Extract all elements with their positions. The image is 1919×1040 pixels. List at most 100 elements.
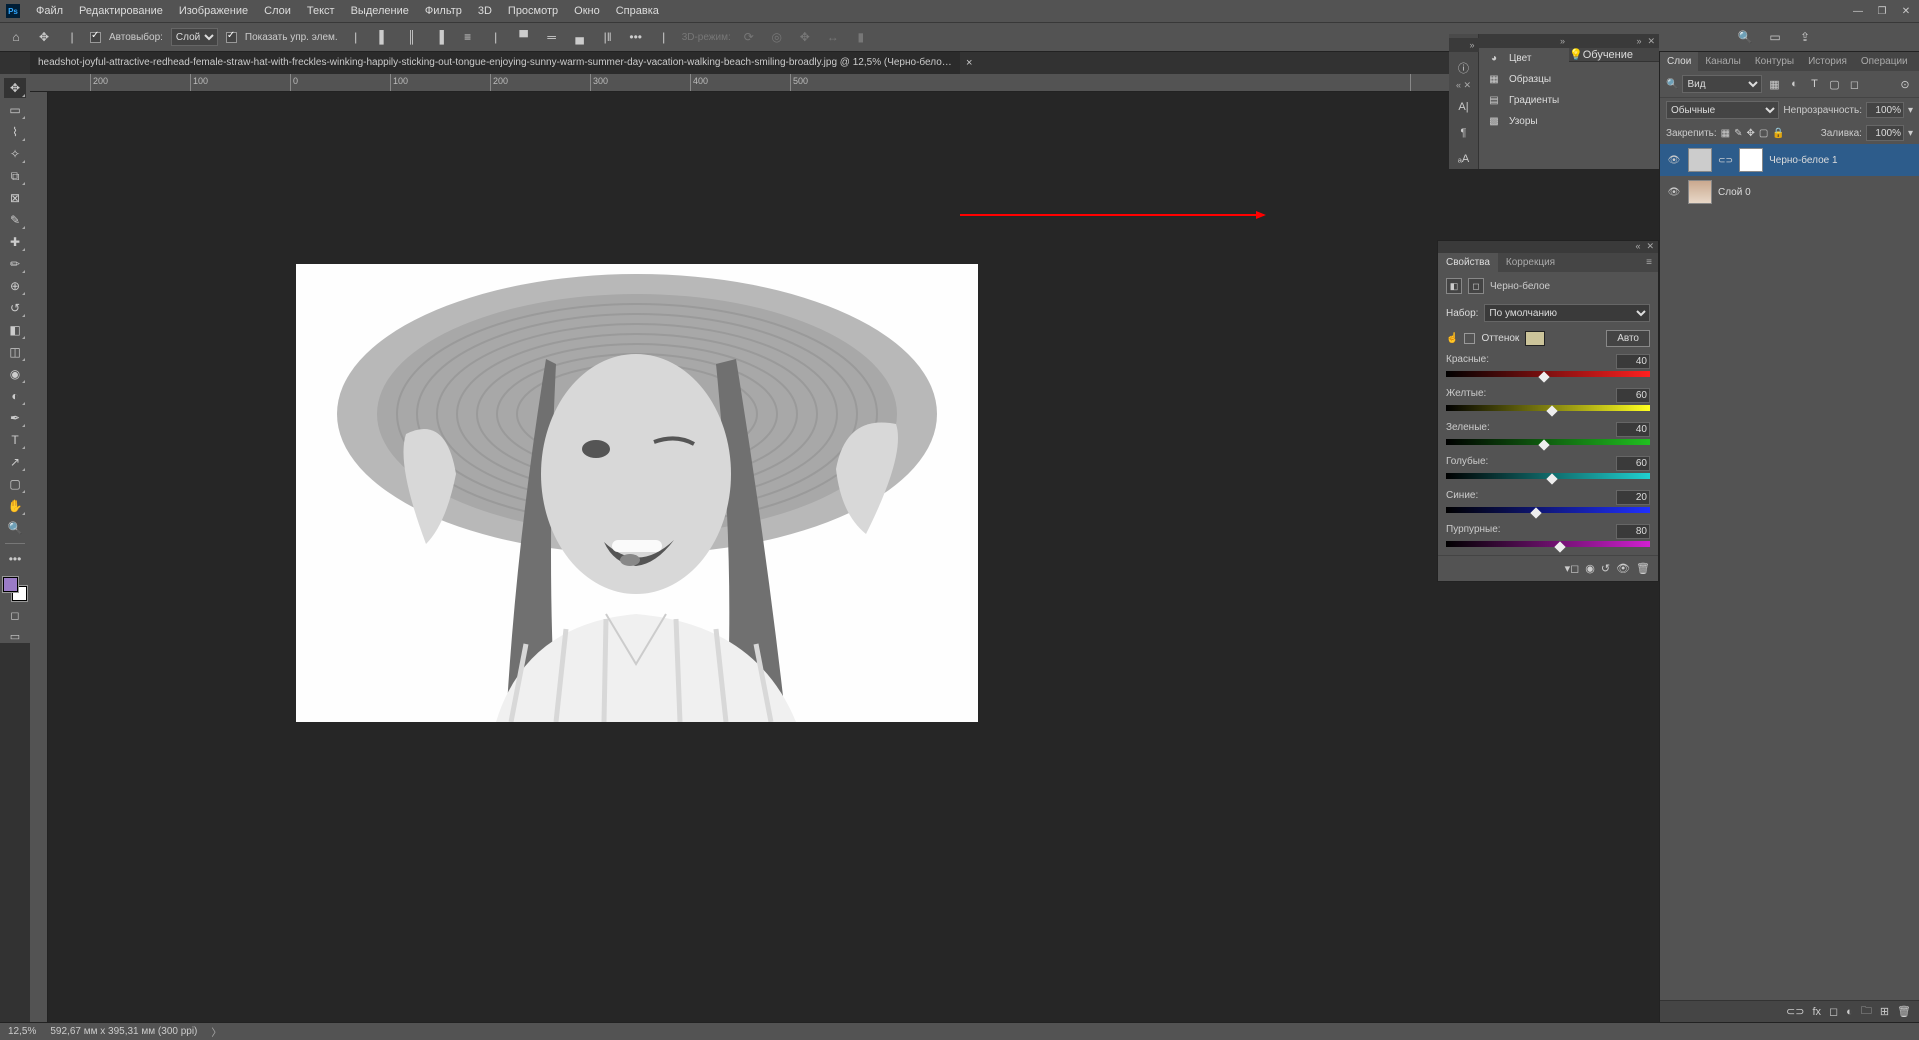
lock-all-icon[interactable]: 🔒: [1772, 128, 1784, 139]
slider-track[interactable]: [1446, 473, 1650, 483]
edit-toolbar[interactable]: •••: [4, 549, 26, 569]
filter-toggle[interactable]: ⊙: [1897, 76, 1913, 92]
screenmode-icon[interactable]: ▭: [10, 630, 20, 643]
tab-actions[interactable]: Операции: [1854, 52, 1915, 71]
dodge-tool[interactable]: ◐: [4, 386, 26, 406]
align-top-icon[interactable]: ▀: [514, 27, 534, 47]
menu-Справка[interactable]: Справка: [608, 5, 667, 17]
visibility-icon[interactable]: 👁: [1666, 155, 1682, 166]
distribute-icon[interactable]: ≡: [458, 27, 478, 47]
fill-input[interactable]: [1866, 125, 1904, 141]
layer-0[interactable]: 👁 Слой 0: [1660, 176, 1919, 208]
eyedropper-tool[interactable]: ✎: [4, 210, 26, 230]
filter-pixel-icon[interactable]: ▦: [1766, 76, 1782, 92]
slider-value[interactable]: [1616, 354, 1650, 369]
blur-tool[interactable]: ◉: [4, 364, 26, 384]
panel-color[interactable]: ◕Цвет: [1479, 48, 1569, 69]
filter-adj-icon[interactable]: ◐: [1786, 76, 1802, 92]
info-icon[interactable]: ⓘ: [1454, 58, 1474, 78]
slider-value[interactable]: [1616, 422, 1650, 437]
menu-Редактирование[interactable]: Редактирование: [71, 5, 171, 17]
frame-tool[interactable]: ⊠: [4, 188, 26, 208]
pen-tool[interactable]: ✒: [4, 408, 26, 428]
slider-track[interactable]: [1446, 405, 1650, 415]
align-bottom-icon[interactable]: ▄: [570, 27, 590, 47]
eraser-tool[interactable]: ◧: [4, 320, 26, 340]
panel-menu-icon[interactable]: ≡: [1640, 253, 1658, 272]
opacity-input[interactable]: [1866, 102, 1904, 118]
crop-tool[interactable]: ⧉: [4, 166, 26, 186]
group-icon[interactable]: 🗀: [1861, 1002, 1872, 1021]
tint-swatch[interactable]: [1525, 331, 1545, 346]
slider-value[interactable]: [1616, 490, 1650, 505]
zoom-level[interactable]: 12,5%: [8, 1026, 36, 1037]
glyphs-icon[interactable]: ₐA: [1454, 149, 1474, 169]
slider-track[interactable]: [1446, 541, 1650, 551]
wand-tool[interactable]: ✧: [4, 144, 26, 164]
props-close[interactable]: ✕: [1646, 241, 1654, 253]
align-center-v-icon[interactable]: ═: [542, 27, 562, 47]
tab-properties[interactable]: Свойства: [1438, 253, 1498, 272]
link-layers-icon[interactable]: ⊂⊃: [1786, 1005, 1804, 1018]
tab-paths[interactable]: Контуры: [1748, 52, 1801, 71]
filter-type-icon[interactable]: T: [1806, 76, 1822, 92]
fx-icon[interactable]: fx: [1812, 1006, 1821, 1018]
menu-3D[interactable]: 3D: [470, 5, 500, 17]
layer-bw[interactable]: 👁 ⊂⊃ Черно-белое 1: [1660, 144, 1919, 176]
view-prev-icon[interactable]: ◉: [1585, 562, 1595, 575]
trash-icon[interactable]: 🗑: [1636, 562, 1650, 575]
slider-track[interactable]: [1446, 371, 1650, 381]
panel-swatches[interactable]: ▦Образцы: [1479, 69, 1569, 90]
menu-Текст[interactable]: Текст: [299, 5, 343, 17]
mask-add-icon[interactable]: ◻: [1829, 1005, 1838, 1018]
tab-history[interactable]: История: [1801, 52, 1854, 71]
auto-select-checkbox[interactable]: [90, 32, 101, 43]
toggle-vis-icon[interactable]: 👁: [1616, 562, 1630, 575]
tint-checkbox[interactable]: [1464, 333, 1475, 344]
filter-smart-icon[interactable]: ◻: [1846, 76, 1862, 92]
layer-name[interactable]: Черно-белое 1: [1769, 155, 1837, 166]
filter-shape-icon[interactable]: ▢: [1826, 76, 1842, 92]
props-collapse[interactable]: «: [1635, 241, 1640, 253]
quickmask-icon[interactable]: ◻: [10, 609, 19, 622]
panel-gradients[interactable]: ▤Градиенты: [1479, 90, 1569, 111]
history-brush-tool[interactable]: ↺: [4, 298, 26, 318]
fill-arrow[interactable]: ▾: [1908, 128, 1913, 139]
blend-mode[interactable]: Обычные: [1666, 101, 1779, 119]
lasso-tool[interactable]: ⌇: [4, 122, 26, 142]
shape-tool[interactable]: ▢: [4, 474, 26, 494]
align-right-icon[interactable]: ▐: [430, 27, 450, 47]
dock-collapse[interactable]: »: [1560, 36, 1565, 46]
menu-Файл[interactable]: Файл: [28, 5, 71, 17]
menu-Просмотр[interactable]: Просмотр: [500, 5, 566, 17]
lock-trans-icon[interactable]: ▦: [1721, 128, 1730, 139]
character-icon[interactable]: A|: [1454, 97, 1474, 117]
heal-tool[interactable]: ✚: [4, 232, 26, 252]
marquee-tool[interactable]: ▭: [4, 100, 26, 120]
slider-value[interactable]: [1616, 524, 1650, 539]
canvas-area[interactable]: [48, 92, 1659, 1022]
window-min[interactable]: —: [1851, 6, 1865, 17]
menu-Изображение[interactable]: Изображение: [171, 5, 256, 17]
align-left-icon[interactable]: ▌: [374, 27, 394, 47]
type-tool[interactable]: T: [4, 430, 26, 450]
slider-track[interactable]: [1446, 439, 1650, 449]
lock-pos-icon[interactable]: ✥: [1747, 128, 1755, 139]
brush-tool[interactable]: ✏: [4, 254, 26, 274]
layers-menu-icon[interactable]: ≡: [1915, 52, 1919, 71]
slider-track[interactable]: [1446, 507, 1650, 517]
home-icon[interactable]: ⌂: [6, 27, 26, 47]
layer-name[interactable]: Слой 0: [1718, 187, 1751, 198]
more-icon[interactable]: •••: [626, 27, 646, 47]
menu-Слои[interactable]: Слои: [256, 5, 299, 17]
auto-button[interactable]: Авто: [1606, 330, 1650, 347]
auto-select-target[interactable]: Слой: [171, 28, 218, 46]
new-layer-icon[interactable]: ⊞: [1880, 1005, 1889, 1018]
path-tool[interactable]: ↗: [4, 452, 26, 472]
delete-layer-icon[interactable]: 🗑: [1897, 1005, 1911, 1018]
search-icon[interactable]: 🔍: [1735, 27, 1755, 47]
preset-select[interactable]: По умолчанию: [1484, 304, 1650, 322]
workspace-icon[interactable]: ▭: [1765, 27, 1785, 47]
lock-pixels-icon[interactable]: ✎: [1734, 128, 1742, 139]
hand-tool[interactable]: ✋: [4, 496, 26, 516]
